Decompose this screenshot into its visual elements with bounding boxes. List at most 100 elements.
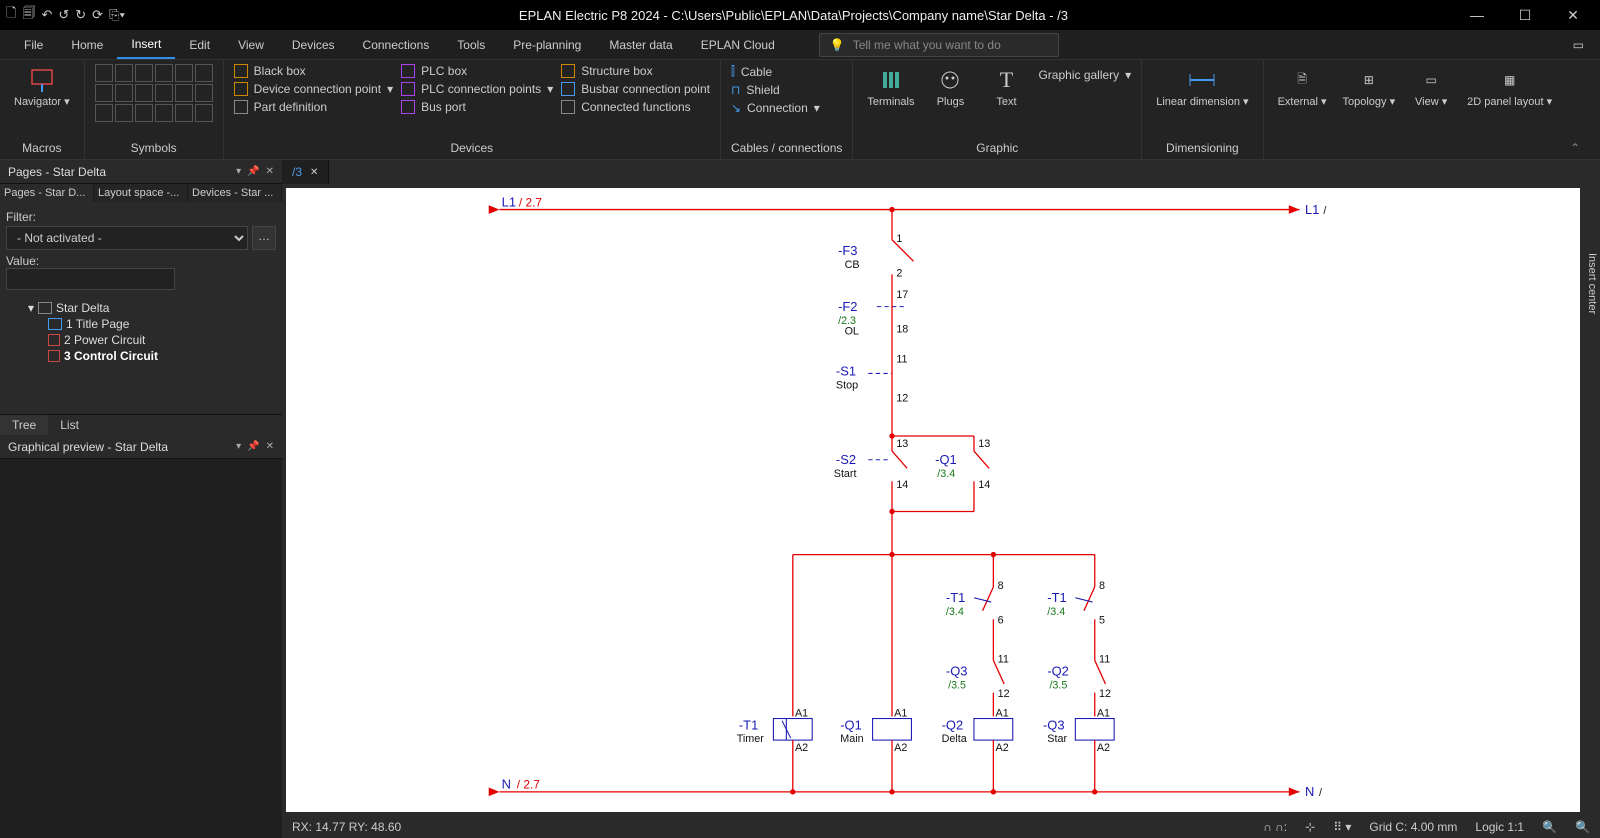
qat-copy-icon[interactable]: 🗐 (22, 4, 35, 26)
svg-text:-Q1: -Q1 (935, 452, 957, 467)
tab-file[interactable]: File (10, 32, 57, 58)
tab-view[interactable]: View (224, 32, 278, 58)
plcbox-button[interactable]: PLC box (401, 64, 553, 78)
window-title: EPLAN Electric P8 2024 - C:\Users\Public… (125, 8, 1462, 23)
quick-access-toolbar: 🗋 🗐 ↶ ↺ ↻ ⟳ ⎘▾ (6, 4, 125, 26)
value-input[interactable] (6, 268, 175, 290)
svg-text:Start: Start (834, 468, 857, 480)
svg-text:CB: CB (845, 259, 860, 271)
subtab-pages[interactable]: Pages - Star D... (0, 184, 94, 202)
busbarconn-button[interactable]: Busbar connection point (561, 82, 710, 96)
tree-root[interactable]: ▾Star Delta (4, 300, 278, 316)
connfunc-button[interactable]: Connected functions (561, 100, 710, 114)
qat-undo-back-icon[interactable]: ↺ (58, 7, 69, 23)
tree-page-2[interactable]: 2 Power Circuit (4, 332, 278, 348)
status-grid-icon[interactable]: ⊹ (1305, 820, 1315, 834)
tree-page-1[interactable]: 1 Title Page (4, 316, 278, 332)
tab-insert[interactable]: Insert (117, 31, 175, 59)
tree-tab[interactable]: Tree (0, 415, 48, 435)
preview-close-icon[interactable]: ✕ (266, 441, 274, 452)
status-points-icon[interactable]: ⠿ ▾ (1333, 820, 1351, 834)
ribbon-collapse-icon[interactable]: ⌃ (1566, 60, 1584, 159)
svg-text:17: 17 (896, 289, 908, 301)
status-zoom-out-icon[interactable]: 🔍 (1542, 820, 1557, 834)
panel-close-icon[interactable]: ✕ (266, 166, 274, 177)
tab-edit[interactable]: Edit (175, 32, 224, 58)
filter-select[interactable]: - Not activated - (6, 226, 248, 250)
terminals-icon (877, 66, 905, 94)
status-zoom-in-icon[interactable]: 🔍 (1575, 820, 1590, 834)
list-tab[interactable]: List (48, 415, 91, 435)
devconnpt-button[interactable]: Device connection point ▾ (234, 82, 393, 96)
maximize-button[interactable]: ☐ (1510, 7, 1540, 24)
svg-text:/3.4: /3.4 (1047, 606, 1065, 618)
structbox-button[interactable]: Structure box (561, 64, 710, 78)
insert-center-dock[interactable]: Insert center (1580, 184, 1600, 384)
group-cables-label: Cables / connections (731, 139, 842, 157)
connection-button[interactable]: ↘Connection ▾ (731, 101, 820, 115)
tab-devices[interactable]: Devices (278, 32, 349, 58)
plcconn-button[interactable]: PLC connection points ▾ (401, 82, 553, 96)
terminals-button[interactable]: Terminals (863, 64, 918, 110)
svg-text:-Q2: -Q2 (942, 717, 964, 732)
drawing-canvas[interactable]: L1 / 2.7 L1 / N / 2.7 N / 1 2 (282, 184, 1600, 816)
panel2d-button[interactable]: ▦2D panel layout ▾ (1463, 64, 1556, 110)
project-icon (38, 302, 52, 314)
tree-page-3[interactable]: 3 Control Circuit (4, 348, 278, 364)
shield-button[interactable]: ⊓Shield (731, 83, 820, 97)
pages-panel-header: Pages - Star Delta ▾📌✕ (0, 160, 282, 184)
status-coords: RX: 14.77 RY: 48.60 (292, 820, 401, 834)
preview-pin-icon[interactable]: 📌 (247, 441, 259, 452)
subtab-devices[interactable]: Devices - Star ... (188, 184, 282, 202)
tab-connections[interactable]: Connections (349, 32, 444, 58)
view-button[interactable]: ▭View ▾ (1407, 64, 1455, 110)
external-button[interactable]: 🗎External ▾ (1274, 64, 1331, 110)
filter-more-button[interactable]: … (252, 226, 276, 250)
svg-text:/: / (1319, 787, 1322, 799)
qat-undo-icon[interactable]: ↶ (41, 7, 52, 23)
svg-text:-S2: -S2 (836, 452, 856, 467)
svg-text:11: 11 (998, 653, 1009, 665)
partdef-button[interactable]: Part definition (234, 100, 393, 114)
qat-redo-icon[interactable]: ↻ (75, 7, 86, 23)
plugs-button[interactable]: Plugs (926, 64, 974, 110)
qat-new-icon[interactable]: 🗋 (6, 4, 16, 26)
panel-dropdown-icon[interactable]: ▾ (236, 166, 241, 177)
gallery-button[interactable]: Graphic gallery ▾ (1038, 68, 1131, 82)
ribbon-display-options[interactable]: ▭ (1573, 38, 1590, 52)
busport-button[interactable]: Bus port (401, 100, 553, 114)
svg-text:-Q2: -Q2 (1047, 663, 1069, 678)
svg-text:-T1: -T1 (1047, 590, 1066, 605)
topology-button[interactable]: ⊞Topology ▾ (1339, 64, 1400, 110)
tab-masterdata[interactable]: Master data (595, 32, 686, 58)
subtab-layout[interactable]: Layout space -... (94, 184, 188, 202)
tab-cloud[interactable]: EPLAN Cloud (687, 32, 789, 58)
minimize-button[interactable]: — (1462, 7, 1492, 24)
text-icon: T (992, 66, 1020, 94)
panel-pin-icon[interactable]: 📌 (247, 166, 259, 177)
preview-dropdown-icon[interactable]: ▾ (236, 441, 241, 452)
tab-preplanning[interactable]: Pre-planning (499, 32, 595, 58)
connfunc-icon (561, 100, 575, 114)
qat-refresh-icon[interactable]: ⟳ (92, 7, 103, 23)
close-button[interactable]: ✕ (1558, 7, 1588, 24)
tellme-search[interactable]: 💡 Tell me what you want to do (819, 33, 1059, 57)
group-macros-label: Macros (10, 139, 74, 157)
symbol-grid[interactable] (95, 64, 213, 122)
text-button[interactable]: TText (982, 64, 1030, 110)
document-tab[interactable]: /3✕ (282, 160, 329, 184)
cable-button[interactable]: ⫿Cable (731, 64, 820, 79)
navigator-label: Navigator (14, 96, 61, 108)
lineardim-button[interactable]: Linear dimension ▾ (1152, 64, 1252, 110)
status-snap-icon[interactable]: ∩ ∩: (1263, 820, 1287, 834)
svg-text:A2: A2 (996, 742, 1009, 754)
tab-close-icon[interactable]: ✕ (310, 167, 318, 178)
tab-home[interactable]: Home (57, 32, 117, 58)
lineardim-icon (1188, 66, 1216, 94)
svg-text:Stop: Stop (836, 380, 858, 392)
navigator-button[interactable]: Navigator ▾ (10, 64, 74, 110)
tab-tools[interactable]: Tools (443, 32, 499, 58)
shield-icon: ⊓ (731, 83, 740, 97)
blackbox-button[interactable]: Black box (234, 64, 393, 78)
qat-settings-icon[interactable]: ⎘▾ (109, 7, 125, 23)
